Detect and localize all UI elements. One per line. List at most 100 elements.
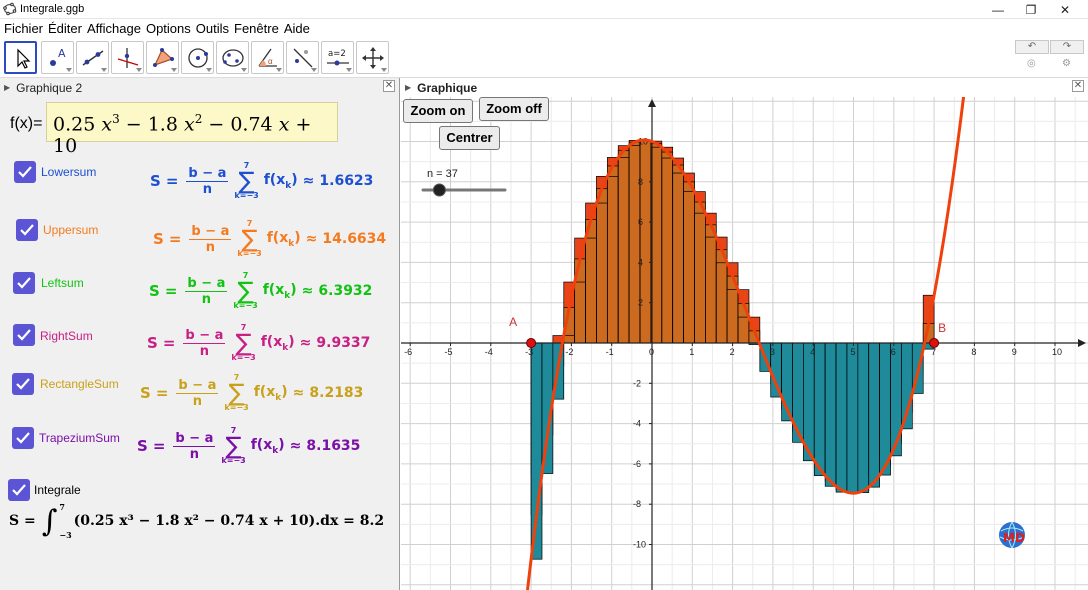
zoom-off-button[interactable]: Zoom off	[479, 97, 549, 121]
x-tick-label: 10	[1052, 347, 1062, 357]
trapeziumsum-formula: S = b − a n 7 ∑ k=−3 f(xk) ≈8.1635	[137, 426, 361, 465]
x-tick-label: 7	[931, 347, 936, 357]
cursor-arrow-icon	[17, 48, 31, 69]
close-panel-icon[interactable]: ✕	[383, 80, 395, 92]
point-tool-button[interactable]: A	[41, 41, 74, 74]
lower-sum-bar	[672, 172, 684, 344]
lowersum-checkbox[interactable]	[14, 161, 36, 183]
x-tick-label: -4	[485, 347, 493, 357]
zoom-on-button[interactable]: Zoom on	[403, 99, 473, 123]
lower-sum-bar	[857, 342, 870, 493]
lower-sum-bar	[606, 176, 619, 344]
geogebra-window: Integrale.ggb — ❐ ✕ Fichier Éditer Affic…	[0, 0, 1088, 590]
x-tick-label: -3	[525, 347, 533, 357]
integral-lower: −3	[59, 530, 72, 540]
lower-sum-bar	[726, 289, 739, 344]
collapse-arrow-icon[interactable]: ▶	[4, 83, 10, 92]
reflect-tool-button[interactable]	[286, 41, 319, 74]
conic-tool-button[interactable]	[216, 41, 249, 74]
lower-sum-bar	[639, 140, 652, 344]
svg-text:A: A	[58, 47, 66, 60]
close-panel-icon[interactable]: ✕	[1072, 80, 1084, 92]
rectanglesum-label: RectangleSum	[40, 377, 119, 391]
graph-canvas[interactable]: -6 -5 -4 -3 -2 -1 0 1 2 3 4 5 6 7 8 9 10-10-8-6-4-224681…	[401, 97, 1088, 590]
slider-tool-button[interactable]: a=2	[321, 41, 354, 74]
graphics-2-title: Graphique 2	[16, 80, 83, 95]
menu-aide[interactable]: Aide	[284, 21, 310, 36]
uppersum-checkbox[interactable]	[16, 219, 38, 241]
leftsum-formula: S = b − a n 7 ∑ k=−3 f(xk) ≈6.3932	[149, 271, 373, 310]
trapeziumsum-checkbox[interactable]	[12, 427, 34, 449]
minimize-button[interactable]: —	[983, 0, 1013, 19]
rectanglesum-formula: S = b − a n 7 ∑ k=−3 f(xk) ≈8.2183	[140, 373, 364, 412]
integrale-label: Integrale	[34, 483, 81, 497]
lower-sum-bar	[617, 157, 630, 344]
menu-outils[interactable]: Outils	[196, 21, 229, 36]
rightsum-formula: S = b − a n 7 ∑ k=−3 f(xk) ≈9.9337	[147, 323, 371, 362]
move-view-tool-button[interactable]	[356, 41, 389, 74]
n-slider[interactable]	[419, 182, 509, 198]
settings-gear-icon[interactable]: ⚙	[1062, 58, 1071, 69]
close-window-button[interactable]: ✕	[1050, 0, 1080, 19]
lowersum-formula: S = b − a n 7 ∑ k=−3 f(xk) ≈1.6623	[150, 161, 374, 200]
lower-sum-bar	[628, 145, 641, 344]
x-tick-label: 0	[649, 347, 654, 357]
checkmark-icon	[16, 378, 30, 390]
maximize-button[interactable]: ❐	[1016, 0, 1046, 19]
lower-sum-bar	[705, 236, 717, 344]
integral-upper: 7	[59, 502, 65, 512]
y-tick-label: 2	[638, 298, 643, 308]
integrale-checkbox[interactable]	[8, 479, 30, 501]
menu-fenetre[interactable]: Fenêtre	[234, 21, 279, 36]
rightsum-label: RightSum	[40, 329, 93, 343]
y-axis-arrow-icon	[648, 99, 656, 107]
slider-knob[interactable]	[432, 183, 446, 197]
angle-tool-button[interactable]: α	[251, 41, 284, 74]
undo-button[interactable]: ↶	[1015, 40, 1049, 54]
x-tick-label: 6	[891, 347, 896, 357]
rightsum-checkbox[interactable]	[13, 324, 35, 346]
x-tick-label: -5	[445, 347, 453, 357]
menu-fichier[interactable]: Fichier	[4, 21, 43, 36]
y-tick-label: -6	[633, 459, 641, 469]
lower-sum-bar	[824, 342, 837, 487]
circle-tool-button[interactable]	[181, 41, 214, 74]
toolbar: A α a=2 ↶ ↷ ◎ ⚙	[0, 38, 1088, 78]
x-tick-label: 9	[1012, 347, 1017, 357]
perpendicular-tool-button[interactable]	[111, 41, 144, 74]
menu-options[interactable]: Options	[146, 21, 191, 36]
point-b	[929, 338, 940, 348]
menu-editer[interactable]: Éditer	[48, 21, 82, 36]
graphics-2-panel: ▶ Graphique 2 ✕ f(x)= 0.25 x3 − 1.8 x2 −…	[0, 78, 400, 590]
rightsum-value: 9.9337	[316, 335, 371, 351]
help-icon[interactable]: ◎	[1027, 58, 1036, 69]
uppersum-formula: S = b − a n 7 ∑ k=−3 f(xk) ≈14.6634	[153, 219, 387, 258]
integral-prefix: S =	[9, 513, 36, 529]
centrer-button[interactable]: Centrer	[439, 126, 500, 150]
menu-affichage[interactable]: Affichage	[87, 21, 141, 36]
rectanglesum-checkbox[interactable]	[12, 373, 34, 395]
lower-sum-bar	[846, 342, 859, 493]
x-tick-label: -2	[565, 347, 573, 357]
x-tick-label: 2	[730, 347, 735, 357]
line-tool-button[interactable]	[76, 41, 109, 74]
x-tick-label: 3	[770, 347, 775, 357]
integral-body: (0.25 x³ − 1.8 x² − 0.74 x + 10).dx = 8.…	[73, 513, 385, 529]
move-tool-button[interactable]	[4, 41, 37, 74]
x-axis-arrow-icon	[1078, 339, 1086, 347]
polygon-tool-button[interactable]	[146, 41, 179, 74]
x-tick-label: -1	[606, 347, 614, 357]
y-tick-label: 6	[638, 217, 643, 227]
function-label: f(x)=	[10, 115, 43, 132]
leftsum-checkbox[interactable]	[13, 272, 35, 294]
lowersum-value: 1.6623	[319, 173, 374, 189]
y-tick-label: -2	[633, 378, 641, 388]
checkmark-icon	[18, 166, 32, 178]
redo-button[interactable]: ↷	[1050, 40, 1084, 54]
lower-sum-bar	[661, 157, 674, 344]
collapse-arrow-icon[interactable]: ▶	[405, 83, 411, 92]
function-input[interactable]: 0.25 x3 − 1.8 x2 − 0.74 x + 10	[46, 102, 338, 157]
y-tick-label: -8	[633, 499, 641, 509]
lower-sum-bar	[694, 212, 706, 344]
graphics-panel: ▶ Graphique ✕ -6 -5 -4 -3 -2 -1 0 1 2 3 4 5 6 7 8 9 10 -1…	[401, 78, 1088, 590]
